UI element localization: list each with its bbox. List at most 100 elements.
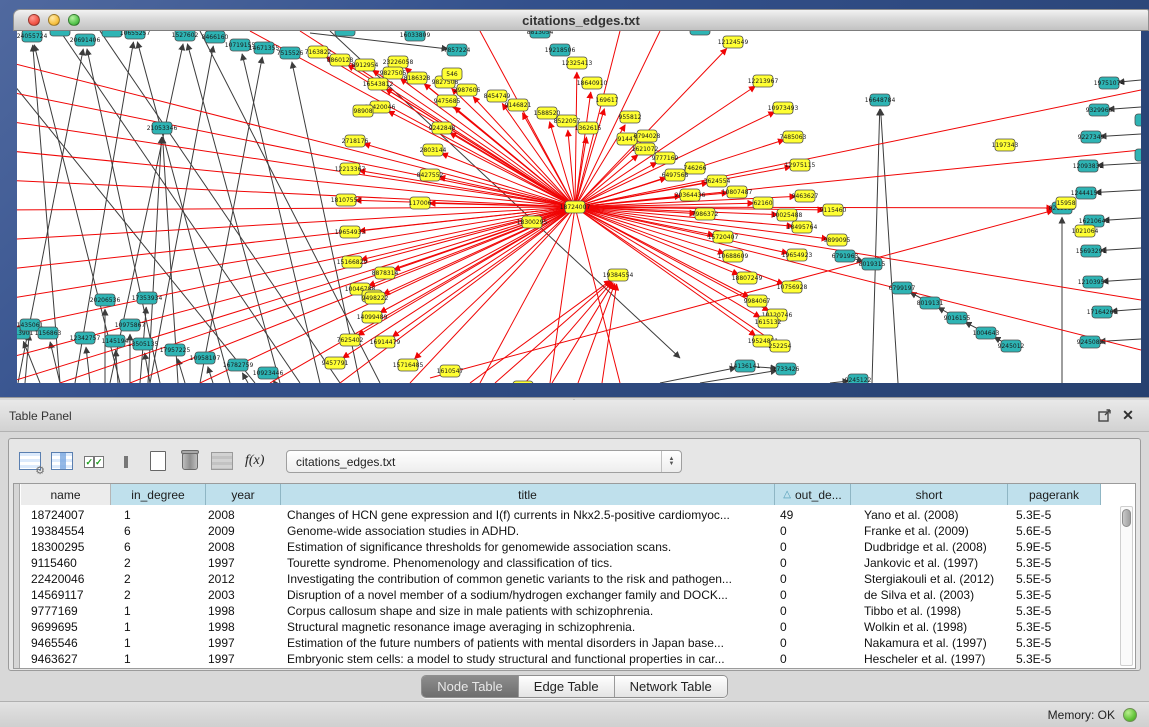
graph-node[interactable]: 1197343: [992, 139, 1019, 151]
graph-node[interactable]: 546: [442, 68, 462, 80]
graph-node[interactable]: 9984067: [744, 295, 771, 307]
graph-node[interactable]: 9146821: [505, 99, 532, 111]
graph-node[interactable]: 9016155: [944, 312, 971, 324]
table-row[interactable]: 969969511998Structural magnetic resonanc…: [21, 619, 1101, 635]
graph-node[interactable]: 8186328: [404, 72, 431, 84]
column-header-in_degree[interactable]: in_degree: [111, 484, 206, 505]
graph-node[interactable]: 1615132: [755, 316, 782, 328]
graph-node[interactable]: 955812: [619, 111, 642, 123]
graph-node[interactable]: 8878314: [372, 267, 399, 279]
graph-node[interactable]: 3624554: [704, 175, 731, 187]
graph-node[interactable]: 12213967: [748, 75, 779, 87]
graph-node[interactable]: 17164265: [1087, 306, 1118, 318]
graph-node[interactable]: 117006: [409, 197, 432, 209]
graph-node[interactable]: 9475685: [434, 95, 461, 107]
graph-node[interactable]: 9227349: [1078, 131, 1105, 143]
graph-node[interactable]: 8427552: [417, 169, 444, 181]
graph-node[interactable]: 1362615: [575, 122, 602, 134]
tab-edge-table[interactable]: Edge Table: [519, 676, 615, 697]
float-window-icon[interactable]: [1095, 408, 1113, 424]
graph-node[interactable]: 12213367: [335, 163, 366, 175]
graph-node[interactable]: 14099489: [357, 311, 388, 323]
graph-node[interactable]: 12975115: [785, 159, 816, 171]
table-selector-dropdown[interactable]: citations_edges.txt ▲▼: [286, 450, 682, 473]
graph-node[interactable]: 1156863: [35, 327, 62, 339]
table-row[interactable]: 977716911998Corpus callosum shape and si…: [21, 603, 1101, 619]
graph-node[interactable]: 8912954: [352, 59, 379, 71]
column-header-title[interactable]: title: [281, 484, 775, 505]
table-settings-icon[interactable]: ⚙: [17, 448, 43, 474]
graph-node[interactable]: 15166829: [337, 256, 368, 268]
graph-node[interactable]: 23226058: [383, 56, 414, 68]
graph-node[interactable]: 725440: [512, 381, 535, 383]
new-file-icon[interactable]: [145, 448, 171, 474]
graph-node[interactable]: 12093832: [1073, 160, 1104, 172]
graph-node[interactable]: 19654933: [335, 226, 366, 238]
graph-node[interactable]: 12444158: [1071, 187, 1102, 199]
graph-node[interactable]: [690, 31, 710, 35]
delete-icon[interactable]: [177, 448, 203, 474]
graph-node[interactable]: 1733426: [773, 363, 800, 375]
function-builder-icon[interactable]: f(x): [245, 453, 264, 469]
graph-node[interactable]: 10025488: [772, 209, 803, 221]
vertical-scrollbar[interactable]: [1120, 506, 1133, 666]
graph-node[interactable]: 17353934: [132, 292, 163, 304]
graph-node[interactable]: 19384554: [603, 269, 634, 281]
graph-node[interactable]: 2803144: [420, 144, 447, 156]
graph-node[interactable]: 8019131: [917, 297, 944, 309]
graph-node[interactable]: 9242848: [429, 122, 456, 134]
graph-node[interactable]: 8813054: [527, 31, 554, 38]
graph-node[interactable]: 9827505: [380, 67, 407, 79]
graph-node[interactable]: 13505135: [128, 338, 159, 350]
graph-node[interactable]: 7515526: [277, 47, 304, 59]
graph-node[interactable]: 2987606: [454, 84, 481, 96]
graph-node[interactable]: 20691406: [70, 34, 101, 46]
column-header-year[interactable]: year: [206, 484, 281, 505]
graph-node[interactable]: 1021064: [1072, 225, 1099, 237]
graph-node[interactable]: 9245012: [998, 340, 1025, 352]
column-header-name[interactable]: name: [21, 484, 111, 505]
tab-network-table[interactable]: Network Table: [615, 676, 727, 697]
close-icon[interactable]: ✕: [1119, 408, 1137, 424]
graph-node[interactable]: 10688609: [718, 250, 749, 262]
graph-node[interactable]: 15958: [1056, 197, 1076, 209]
table-row[interactable]: 946362711997Embryonic stem cells: a mode…: [21, 651, 1101, 667]
graph-node[interactable]: 1621072: [632, 143, 659, 155]
graph-node[interactable]: 14136141: [730, 360, 761, 372]
graph-node[interactable]: 16648784: [865, 94, 896, 106]
graph-node[interactable]: [335, 31, 355, 36]
graph-node[interactable]: 7857224: [444, 44, 471, 56]
clear-selection-icon[interactable]: [113, 448, 139, 474]
graph-node[interactable]: 17957225: [160, 344, 191, 356]
graph-node[interactable]: 18640910: [577, 77, 608, 89]
graph-node[interactable]: 12342757: [70, 332, 101, 344]
graph-node[interactable]: 7485063: [780, 131, 807, 143]
graph-node[interactable]: 9245082: [1077, 336, 1104, 348]
graph-node[interactable]: 1145194: [102, 335, 129, 347]
graph-node[interactable]: 9457791: [322, 357, 349, 369]
graph-node[interactable]: 8860128: [327, 54, 354, 66]
graph-node[interactable]: 6497568: [662, 169, 689, 181]
citation-network-graph[interactable]: 2405572420691406106552571527602846616010…: [17, 31, 1141, 383]
graph-node[interactable]: 20364436: [675, 189, 706, 201]
window-titlebar[interactable]: citations_edges.txt: [13, 9, 1149, 31]
graph-node[interactable]: 15693291: [1076, 245, 1107, 257]
graph-node[interactable]: 21053346: [147, 122, 178, 134]
table-row[interactable]: 946554611997Estimation of the future num…: [21, 635, 1101, 651]
graph-node[interactable]: 16782759: [223, 359, 254, 371]
table-row[interactable]: 1456911722003Disruption of a novel membe…: [21, 587, 1101, 603]
graph-node[interactable]: 10973493: [768, 102, 799, 114]
column-header-out_de[interactable]: △out_de...: [775, 484, 851, 505]
graph-node[interactable]: [1135, 149, 1141, 161]
graph-node[interactable]: 12124549: [718, 36, 749, 48]
graph-node[interactable]: 1610547: [437, 365, 464, 377]
select-all-icon[interactable]: ✓✓: [81, 448, 107, 474]
network-view-canvas[interactable]: 2405572420691406106552571527602846616010…: [17, 31, 1141, 383]
graph-node[interactable]: 98908: [353, 105, 373, 117]
graph-node[interactable]: 10975867: [115, 319, 146, 331]
graph-node[interactable]: 9329966: [1086, 104, 1113, 116]
graph-node[interactable]: 9498222: [362, 292, 389, 304]
graph-node[interactable]: 7625402: [337, 334, 364, 346]
graph-node[interactable]: 10807487: [722, 186, 753, 198]
column-header-pagerank[interactable]: pagerank: [1008, 484, 1101, 505]
